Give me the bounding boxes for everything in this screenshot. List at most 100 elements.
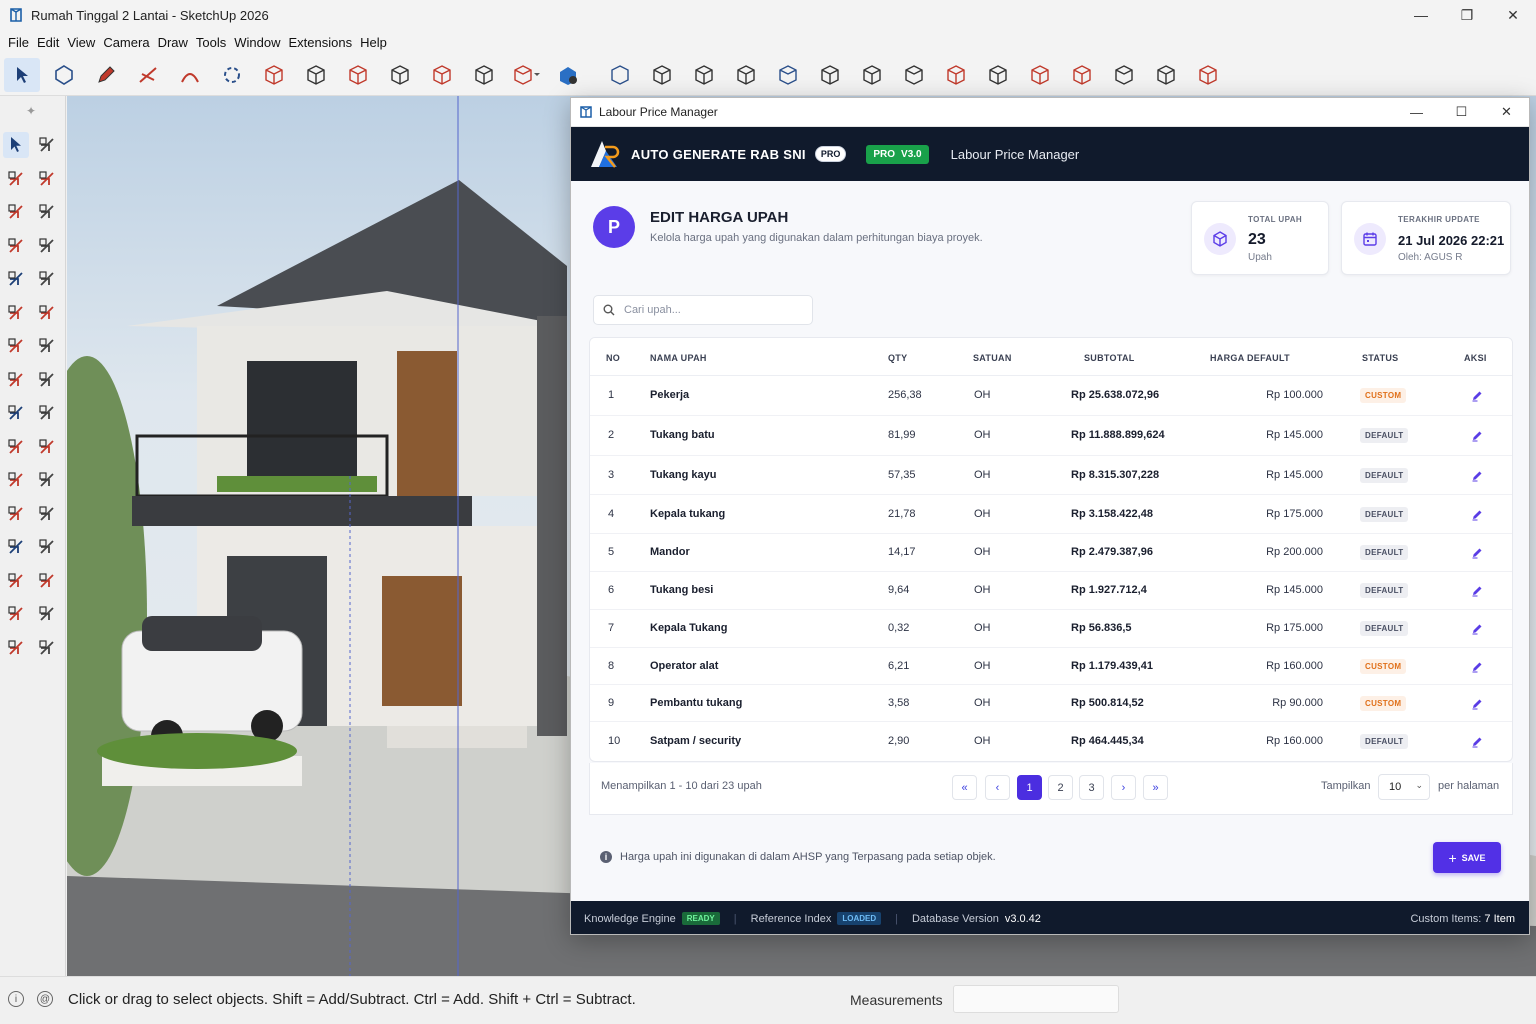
paint-bucket-tool-icon[interactable] — [3, 166, 29, 192]
close-icon[interactable]: ✕ — [1490, 0, 1536, 30]
plugin-minimize-icon[interactable]: — — [1394, 98, 1439, 127]
cube-view-3-icon[interactable] — [340, 58, 376, 92]
palette-handle-icon[interactable]: ✦ — [26, 104, 36, 118]
section-plane-icon[interactable] — [1106, 58, 1142, 92]
plugin-close-icon[interactable]: ✕ — [1484, 98, 1529, 127]
protractor-tool-icon[interactable] — [34, 467, 60, 493]
menu-view[interactable]: View — [63, 35, 99, 50]
arc-tool-icon[interactable] — [172, 58, 208, 92]
prev-page-button[interactable]: ‹ — [985, 775, 1010, 800]
rectangle-tool-icon[interactable] — [3, 266, 29, 292]
cube-view-6-icon[interactable] — [466, 58, 502, 92]
menu-draw[interactable]: Draw — [154, 35, 192, 50]
cube-view-1-icon[interactable] — [256, 58, 292, 92]
minimize-icon[interactable]: — — [1398, 0, 1444, 30]
orbit-tool-icon[interactable] — [34, 132, 60, 158]
axes-tool-icon[interactable] — [3, 534, 29, 560]
flip-tool-icon[interactable] — [3, 434, 29, 460]
last-page-button[interactable]: » — [1143, 775, 1168, 800]
menu-file[interactable]: File — [4, 35, 33, 50]
move-tool-icon[interactable] — [214, 58, 250, 92]
menu-edit[interactable]: Edit — [33, 35, 63, 50]
edit-pencil-icon[interactable] — [1471, 660, 1483, 673]
menu-help[interactable]: Help — [356, 35, 391, 50]
push-pull-tool-icon[interactable] — [3, 199, 29, 225]
position-camera-tool-icon[interactable] — [3, 601, 29, 627]
view-iso-icon[interactable] — [602, 58, 638, 92]
line-tool-icon[interactable] — [130, 58, 166, 92]
wireframe-icon[interactable] — [896, 58, 932, 92]
move-tool-icon[interactable] — [3, 400, 29, 426]
look-around-tool-icon[interactable] — [34, 568, 60, 594]
section-tool-icon[interactable] — [34, 534, 60, 560]
rotated-rect-tool-icon[interactable] — [34, 266, 60, 292]
cube-view-2-icon[interactable] — [298, 58, 334, 92]
eraser-tool-icon[interactable] — [34, 166, 60, 192]
view-top-icon[interactable] — [644, 58, 680, 92]
page-3-button[interactable]: 3 — [1079, 775, 1104, 800]
xray-icon[interactable] — [854, 58, 890, 92]
pencil-tool-icon[interactable] — [88, 58, 124, 92]
first-page-button[interactable]: « — [952, 775, 977, 800]
menu-extensions[interactable]: Extensions — [285, 35, 357, 50]
edit-pencil-icon[interactable] — [1471, 389, 1483, 402]
zoom-window-tool-icon[interactable] — [3, 635, 29, 661]
select-tool-icon[interactable] — [3, 132, 29, 158]
info-icon[interactable]: i — [8, 991, 24, 1007]
section-fill-icon[interactable] — [1190, 58, 1226, 92]
view-left-icon[interactable] — [812, 58, 848, 92]
plugin-maximize-icon[interactable]: ☐ — [1439, 98, 1484, 127]
warehouse-icon[interactable] — [550, 58, 586, 92]
section-cut-icon[interactable] — [1148, 58, 1184, 92]
measurements-input[interactable] — [953, 985, 1119, 1013]
follow-me-tool-icon[interactable] — [34, 199, 60, 225]
edit-pencil-icon[interactable] — [1471, 735, 1483, 748]
edit-pencil-icon[interactable] — [1471, 546, 1483, 559]
line-tool-icon[interactable] — [3, 233, 29, 259]
menu-window[interactable]: Window — [230, 35, 284, 50]
circle-tool-icon[interactable] — [3, 300, 29, 326]
make-component-icon[interactable] — [46, 58, 82, 92]
shaded-icon[interactable] — [980, 58, 1016, 92]
menu-tools[interactable]: Tools — [192, 35, 230, 50]
page-size-select[interactable]: 10 ⌄ — [1378, 774, 1430, 800]
zoom-extents-tool-icon[interactable] — [34, 601, 60, 627]
restore-icon[interactable]: ❐ — [1444, 0, 1490, 30]
save-button[interactable]: + SAVE — [1433, 842, 1501, 873]
page-1-button[interactable]: 1 — [1017, 775, 1042, 800]
view-front-icon[interactable] — [686, 58, 722, 92]
cube-view-5-icon[interactable] — [424, 58, 460, 92]
view-right-icon[interactable] — [728, 58, 764, 92]
hidden-line-icon[interactable] — [938, 58, 974, 92]
select-tool-icon[interactable] — [4, 57, 40, 92]
polygon-tool-icon[interactable] — [34, 300, 60, 326]
cube-view-4-icon[interactable] — [382, 58, 418, 92]
search-input[interactable]: Cari upah... — [593, 295, 813, 325]
edit-pencil-icon[interactable] — [1471, 697, 1483, 710]
user-icon[interactable]: @ — [37, 991, 53, 1007]
edit-pencil-icon[interactable] — [1471, 508, 1483, 521]
edit-pencil-icon[interactable] — [1471, 584, 1483, 597]
pie-tool-icon[interactable] — [3, 367, 29, 393]
walk-tool-icon[interactable] — [3, 568, 29, 594]
offset-tool-icon[interactable] — [34, 367, 60, 393]
edit-pencil-icon[interactable] — [1471, 469, 1483, 482]
text-tool-icon[interactable] — [34, 501, 60, 527]
scale-2-tool-icon[interactable] — [34, 434, 60, 460]
sandbox-tool-icon[interactable] — [34, 635, 60, 661]
textured-icon[interactable] — [1022, 58, 1058, 92]
edit-pencil-icon[interactable] — [1471, 622, 1483, 635]
rotate-tool-icon[interactable] — [34, 400, 60, 426]
arc-tool-icon[interactable] — [3, 333, 29, 359]
arc-2pt-tool-icon[interactable] — [34, 333, 60, 359]
cube-dropdown-icon[interactable] — [508, 58, 544, 92]
scale-tool-icon[interactable] — [34, 233, 60, 259]
page-2-button[interactable]: 2 — [1048, 775, 1073, 800]
view-back-icon[interactable] — [770, 58, 806, 92]
tape-measure-tool-icon[interactable] — [3, 467, 29, 493]
menu-camera[interactable]: Camera — [99, 35, 153, 50]
next-page-button[interactable]: › — [1111, 775, 1136, 800]
monochrome-icon[interactable] — [1064, 58, 1100, 92]
edit-pencil-icon[interactable] — [1471, 429, 1483, 442]
dimension-tool-icon[interactable] — [3, 501, 29, 527]
